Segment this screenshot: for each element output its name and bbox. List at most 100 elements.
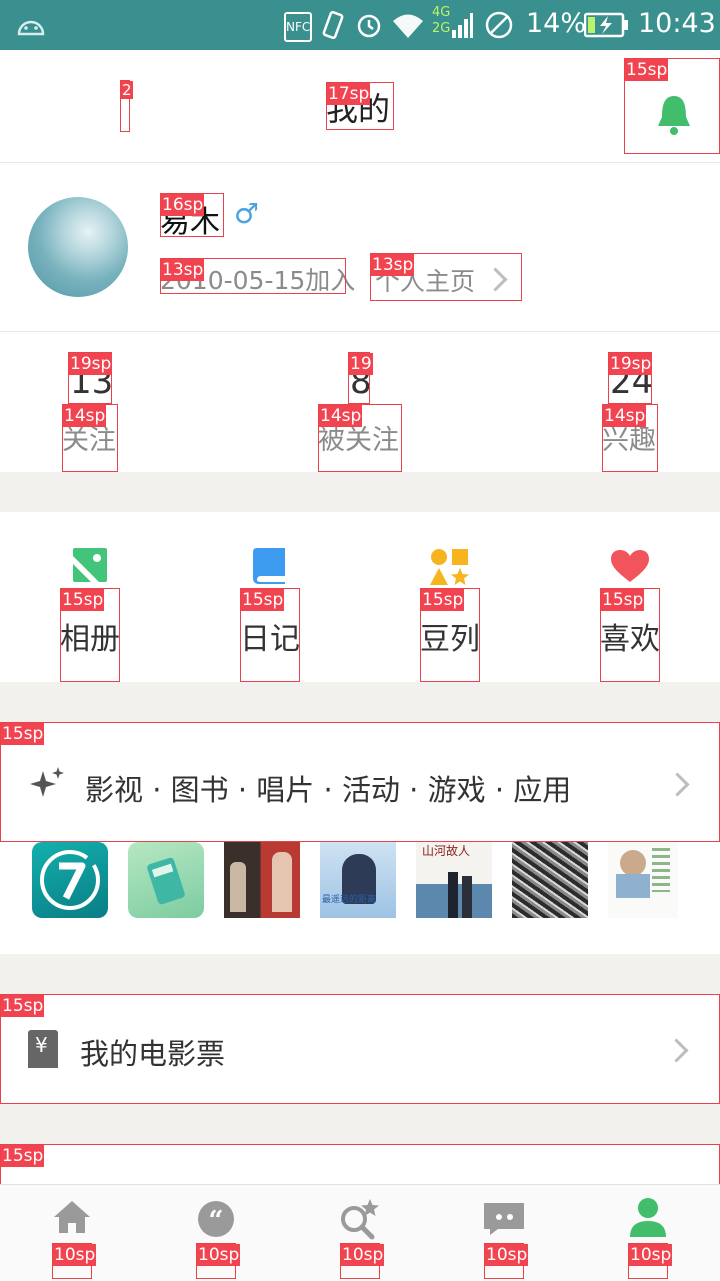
profile-card[interactable]: 易木 16sp ♂ 2010-05-15加入 13sp 个人主页 13sp	[0, 163, 720, 332]
battery-charging-icon	[584, 12, 628, 38]
album-icon	[73, 548, 107, 582]
annotation-tag: 13sp	[161, 259, 205, 281]
shortcut-likes[interactable]: 喜欢 15sp	[600, 548, 660, 682]
notification-button[interactable]: 15sp	[624, 58, 720, 154]
poster-thumbnail[interactable]: 山河故人	[416, 842, 492, 918]
annotation-tag: 14sp	[319, 405, 363, 427]
poster-title: 最遥远的距离	[322, 895, 377, 905]
vibrate-icon	[322, 10, 344, 40]
alarm-icon	[357, 14, 381, 38]
annotation-box: 15sp	[420, 588, 480, 682]
signal-icon	[452, 13, 473, 38]
tab-home[interactable]: 10sp	[44, 1185, 100, 1281]
annotation-tag: 10sp	[629, 1244, 673, 1266]
seven-app-icon	[40, 850, 100, 910]
annotation-box: 17sp	[326, 82, 394, 130]
annotation-box: 10sp	[52, 1243, 97, 1279]
annotation-tag: 14sp	[603, 405, 647, 427]
poster-thumbnail[interactable]	[608, 842, 678, 918]
movie-tickets-row[interactable]: 15sp ¥ 我的电影票	[0, 994, 720, 1104]
sparkle-icon	[30, 767, 64, 797]
annotation-tag: 17sp	[327, 83, 371, 105]
wifi-icon	[393, 14, 423, 38]
subjects-label: 影视 · 图书 · 唱片 · 活动 · 游戏 · 应用	[85, 773, 572, 807]
annotation-box: 14sp	[62, 404, 118, 472]
annotation-tag: 19	[349, 353, 373, 375]
poster-thumbnail[interactable]: 最遥远的距离	[320, 842, 396, 918]
shortcut-grid: 相册 15sp 日记 15sp 豆列 15sp 喜欢 15sp	[0, 512, 720, 682]
app-thumbnail[interactable]	[32, 842, 108, 918]
annotation-tag: 19sp	[609, 353, 653, 375]
android-icon	[17, 20, 45, 36]
tab-group[interactable]: 10sp	[476, 1185, 532, 1281]
ticket-icon: ¥	[28, 1030, 58, 1068]
annotation-tag: 15sp	[625, 59, 669, 81]
nfc-icon: NFC	[284, 12, 312, 42]
annotation-tag: 15sp	[1, 723, 45, 745]
annotation-tag: 15sp	[1, 995, 45, 1017]
annotation-tag: 10sp	[485, 1244, 529, 1266]
clock: 10:43	[638, 8, 716, 39]
annotation-tag: 2	[121, 81, 133, 99]
tab-broadcast[interactable]: “ 10sp	[188, 1185, 244, 1281]
svg-text:“: “	[209, 1206, 224, 1236]
stat-following[interactable]: 13 关注 19sp 14sp	[62, 332, 118, 472]
tickets-label: 我的电影票	[80, 1037, 226, 1071]
home-icon	[54, 1201, 90, 1233]
avatar[interactable]	[28, 197, 128, 297]
annotation-box: 15sp	[240, 588, 300, 682]
homepage-link[interactable]: 个人主页 13sp	[370, 253, 522, 301]
annotation-box: 14sp	[602, 404, 658, 472]
annotation-box: 19	[348, 352, 373, 404]
subjects-row[interactable]: 15sp 影视 · 图书 · 唱片 · 活动 · 游戏 · 应用	[0, 722, 720, 842]
annotation-box: 15sp	[600, 588, 660, 682]
annotation-tag: 13sp	[371, 254, 415, 276]
poster-title: 山河故人	[422, 844, 471, 858]
annotation-tag: 14sp	[63, 405, 107, 427]
bell-icon	[658, 96, 690, 135]
next-row[interactable]: 15sp	[0, 1144, 720, 1184]
subjects-section: 15sp 影视 · 图书 · 唱片 · 活动 · 游戏 · 应用 最遥远的距离 …	[0, 722, 720, 954]
currency-symbol: ¥	[35, 1033, 48, 1057]
heart-icon	[611, 550, 649, 582]
annotation-box: 14sp	[318, 404, 402, 472]
stats-row: 13 关注 19sp 14sp 8 被关注 19 14sp 24 兴趣 19sp…	[0, 332, 720, 472]
annotation-tag: 15sp	[61, 589, 105, 611]
battery-percent: 14%	[526, 8, 587, 39]
annotation-tag: 15sp	[601, 589, 645, 611]
annotation-box: 15sp	[0, 1144, 720, 1184]
bottom-tab-bar: 10sp “ 10sp 10sp 10sp 10sp	[0, 1184, 720, 1281]
annotation-box: 19sp	[608, 352, 653, 404]
stat-interests[interactable]: 24 兴趣 19sp 14sp	[602, 332, 658, 472]
annotation-box: 15sp	[60, 588, 120, 682]
page-header: 2 我的 17sp 15sp	[0, 50, 720, 163]
cup-app-icon	[147, 857, 185, 905]
gender-icon: ♂	[234, 197, 260, 230]
shortcut-diary[interactable]: 日记 15sp	[240, 548, 300, 682]
diary-icon	[253, 548, 285, 584]
status-bar: NFC 4G 2G 14% 10:43	[0, 0, 720, 50]
annotation-box: 16sp	[160, 193, 224, 237]
poster-thumbnail[interactable]	[224, 842, 300, 918]
tab-discover[interactable]: 10sp	[332, 1185, 388, 1281]
quote-icon: “	[198, 1201, 234, 1237]
chat-icon	[484, 1203, 524, 1235]
search-star-icon	[341, 1199, 379, 1240]
annotation-box: 10sp	[196, 1243, 241, 1279]
annotation-box: 19sp	[68, 352, 113, 404]
stat-followers[interactable]: 8 被关注 19 14sp	[318, 332, 402, 472]
no-sim-icon	[485, 11, 513, 39]
annotation-box: 10sp	[340, 1243, 385, 1279]
tab-me[interactable]: 10sp	[620, 1185, 676, 1281]
annotation-tag: 15sp	[421, 589, 465, 611]
app-thumbnail[interactable]	[128, 842, 204, 918]
shortcut-doulist[interactable]: 豆列 15sp	[420, 548, 480, 682]
doulist-icon	[430, 549, 469, 585]
poster-thumbnail[interactable]	[512, 842, 588, 918]
annotation-box: 10sp	[628, 1243, 673, 1279]
annotation-tag: 10sp	[197, 1244, 241, 1266]
annotation-tag: 16sp	[161, 194, 205, 216]
annotation-box: 10sp	[484, 1243, 529, 1279]
shortcut-album[interactable]: 相册 15sp	[60, 548, 120, 682]
person-icon	[630, 1198, 666, 1237]
